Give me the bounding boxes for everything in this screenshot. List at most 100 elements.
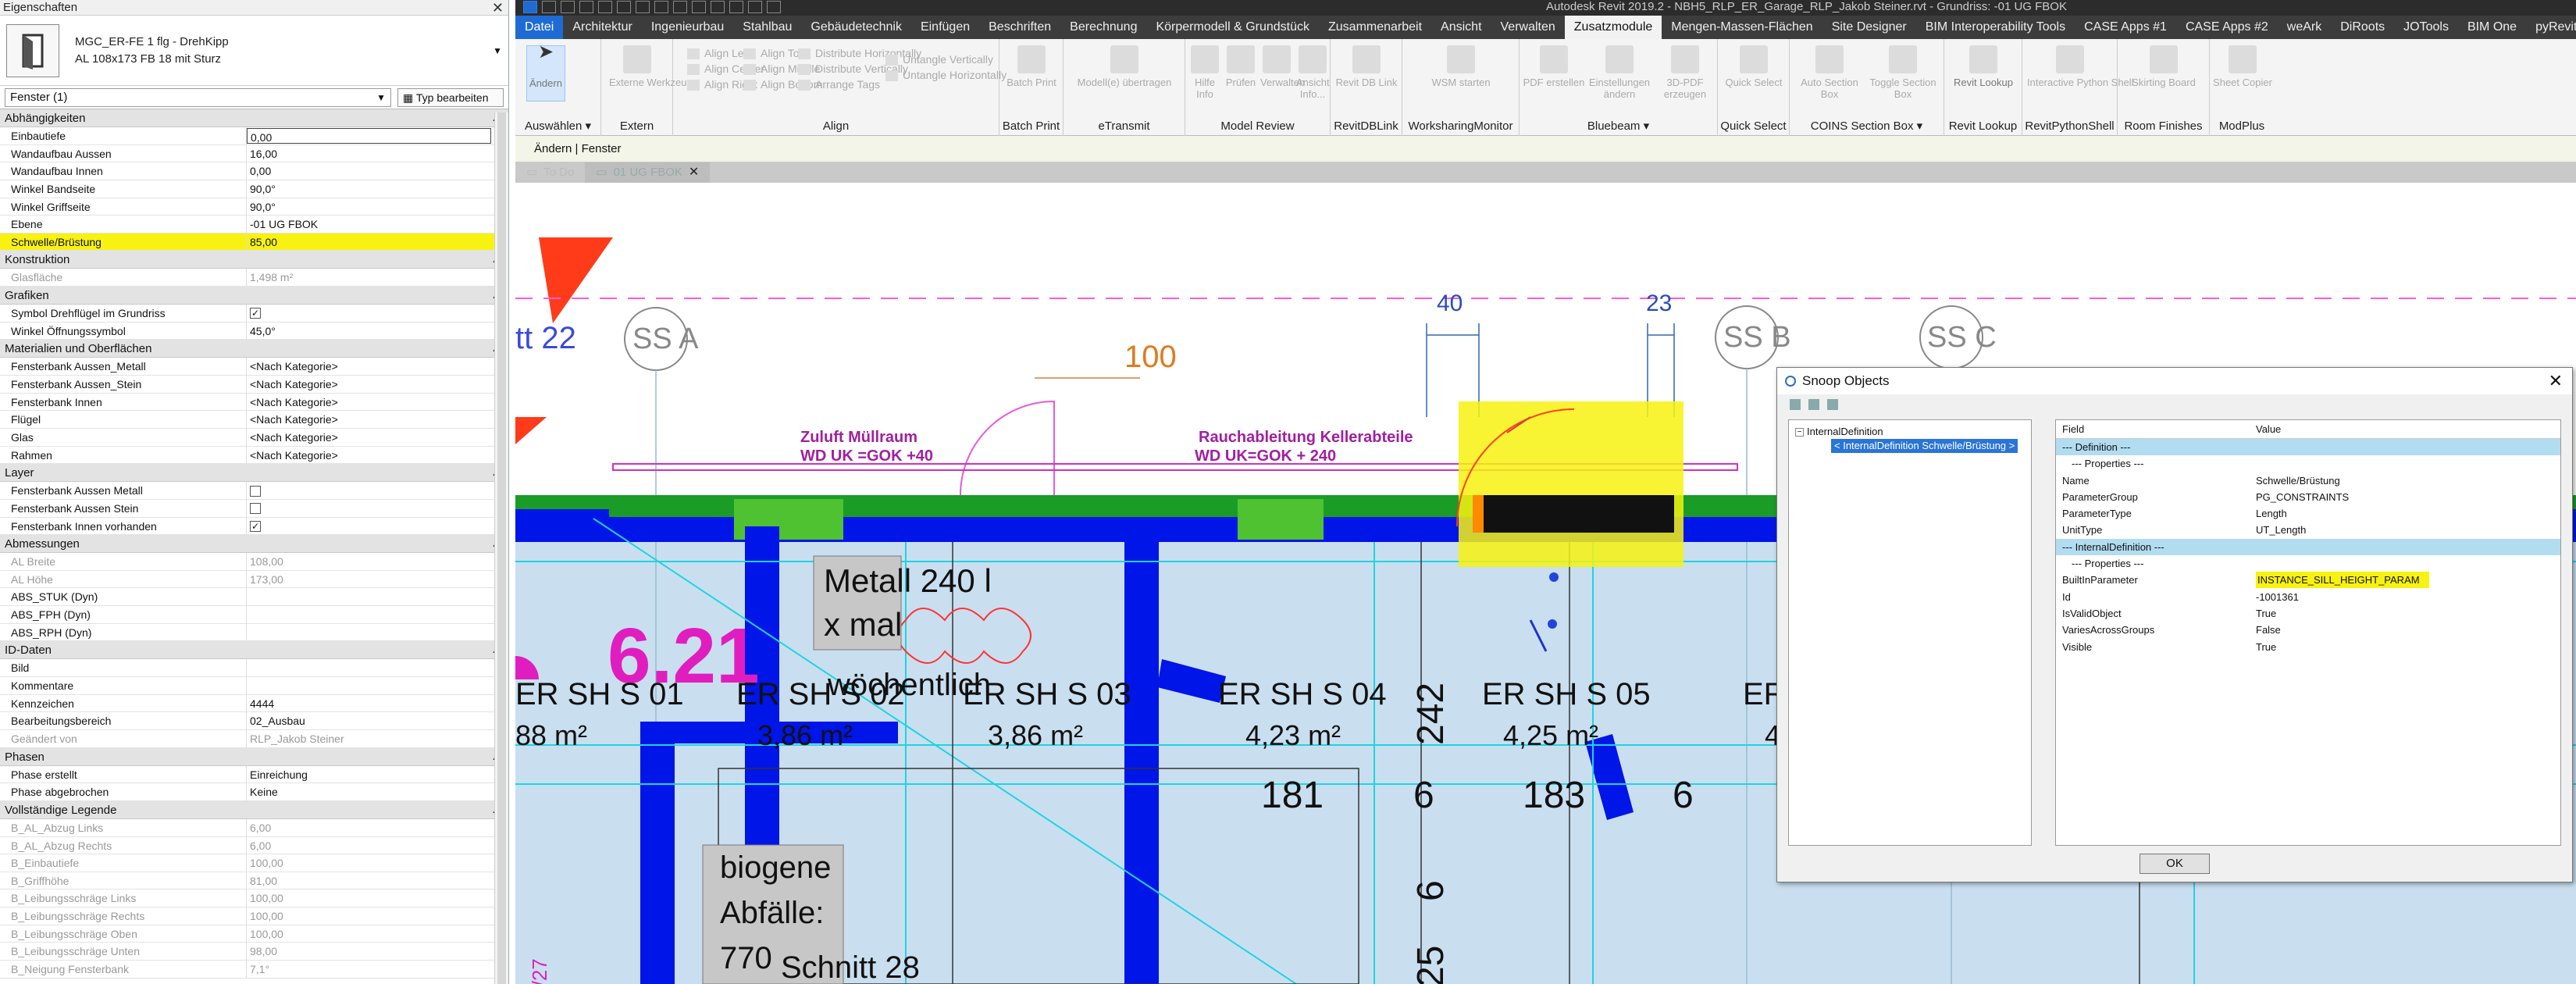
checkbox-unchecked[interactable]: [250, 485, 261, 497]
property-row[interactable]: Kennzeichen 4444: [0, 694, 508, 713]
print-icon[interactable]: [1790, 399, 1801, 410]
scrollbar-thumb[interactable]: [497, 112, 506, 984]
python-shell-button[interactable]: Interactive Python Shell: [2027, 45, 2134, 88]
property-row[interactable]: Geändert von RLP_Jakob Steiner: [0, 729, 508, 748]
property-row[interactable]: Glasfläche 1,498 m²: [0, 269, 508, 287]
property-value[interactable]: <Nach Kategorie>: [247, 376, 508, 393]
close-tab-icon[interactable]: ✕: [689, 162, 699, 183]
tab-beschriften[interactable]: Beschriften: [979, 16, 1060, 39]
property-row[interactable]: Ebene -01 UG FBOK: [0, 216, 508, 234]
tab-stahlbau[interactable]: Stahlbau: [733, 16, 801, 39]
property-row[interactable]: Schwelle/Brüstung 85,00: [0, 233, 508, 251]
tab-ansicht[interactable]: Ansicht: [1431, 16, 1491, 39]
property-value[interactable]: 16,00: [247, 145, 508, 162]
ok-button[interactable]: OK: [2140, 854, 2210, 874]
tab-k-rpermodell-grundst-ck[interactable]: Körpermodell & Grundstück: [1146, 16, 1319, 39]
property-value[interactable]: -01 UG FBOK: [247, 216, 508, 233]
bluebeam-btns-button[interactable]: Einstellungen ändern: [1588, 45, 1651, 100]
grid-row[interactable]: Id -1001361: [2056, 589, 2560, 605]
property-row[interactable]: B_Einbautiefe 100,00: [0, 854, 508, 872]
tab-zusatzmodule[interactable]: Zusatzmodule: [1564, 16, 1662, 39]
grid-row[interactable]: ParameterType Length: [2056, 505, 2560, 522]
undo-icon[interactable]: [598, 1, 612, 13]
text-icon[interactable]: [673, 1, 687, 13]
property-value[interactable]: Einreichung: [247, 766, 508, 783]
group-header[interactable]: Abhängigkeiten▲: [0, 109, 508, 127]
checkbox-checked[interactable]: ✓: [250, 308, 261, 319]
print-icon[interactable]: [636, 1, 650, 13]
property-row[interactable]: B_Griffhöhe 81,00: [0, 872, 508, 890]
field-value-grid[interactable]: Field Value --- Definition --- --- Proper…: [2055, 419, 2561, 846]
property-row[interactable]: Winkel Griffseite 90,0°: [0, 198, 508, 216]
property-value[interactable]: <Nach Kategorie>: [247, 429, 508, 446]
revit-db-link-button[interactable]: Revit DB Link: [1335, 45, 1398, 88]
object-tree[interactable]: − InternalDefinition < InternalDefinition…: [1788, 419, 2032, 846]
property-value[interactable]: 173,00: [247, 571, 508, 588]
tab-geb-udetechnik[interactable]: Gebäudetechnik: [801, 16, 911, 39]
property-value[interactable]: 100,00: [247, 925, 508, 943]
property-value[interactable]: 0,00: [247, 162, 508, 180]
external-tools-button[interactable]: Externe Werkzeuge: [609, 45, 698, 88]
3d-view-icon[interactable]: [692, 1, 706, 13]
tab-ingenieurbau[interactable]: Ingenieurbau: [642, 16, 733, 39]
property-row[interactable]: Wandaufbau Aussen 16,00: [0, 144, 508, 163]
property-row[interactable]: AL Breite 108,00: [0, 553, 508, 571]
revit-lookup-button[interactable]: Revit Lookup: [1949, 45, 2018, 88]
tab-site-designer[interactable]: Site Designer: [1822, 16, 1916, 39]
batch-print-button[interactable]: Batch Print: [1004, 45, 1059, 88]
modify-button[interactable]: ➤ Ändern: [526, 43, 565, 102]
property-value[interactable]: <Nach Kategorie>: [247, 447, 508, 464]
property-value[interactable]: 6,00: [247, 837, 508, 854]
property-row[interactable]: AL Höhe 173,00: [0, 570, 508, 589]
align-item[interactable]: Align Top: [743, 47, 805, 60]
tab-datei[interactable]: Datei: [515, 16, 564, 39]
tab-bim-one[interactable]: BIM One: [2458, 16, 2526, 39]
property-row[interactable]: Kommentare: [0, 677, 508, 695]
dialog-title-bar[interactable]: Snoop Objects ✕: [1777, 368, 2572, 394]
redo-icon[interactable]: [617, 1, 631, 13]
property-value[interactable]: 81,00: [247, 872, 508, 890]
tab-berechnung[interactable]: Berechnung: [1060, 16, 1146, 39]
property-value[interactable]: 02_Ausbau: [247, 712, 508, 729]
property-value[interactable]: 108,00: [247, 553, 508, 570]
align-item[interactable]: Arrange Tags: [798, 78, 880, 91]
edit-type-button[interactable]: ▦ Typ bearbeiten: [397, 87, 504, 107]
tab-pyrevit[interactable]: pyRevit: [2526, 16, 2576, 39]
property-value[interactable]: [247, 588, 508, 605]
save-icon[interactable]: [561, 1, 575, 13]
field-column-header[interactable]: Field: [2056, 420, 2254, 438]
copy-icon[interactable]: [1808, 399, 1819, 410]
sheet-copier-button[interactable]: Sheet Copier: [2213, 45, 2272, 88]
property-row[interactable]: Einbautiefe 0,00: [0, 127, 508, 145]
instance-filter-select[interactable]: Fenster (1) ▼: [5, 87, 391, 107]
bluebeam-btns-button[interactable]: 3D-PDF erzeugen: [1654, 45, 1716, 100]
property-value[interactable]: [247, 659, 508, 676]
property-row[interactable]: Bild: [0, 659, 508, 678]
tab-bim-interoperability-tools[interactable]: BIM Interoperability Tools: [1916, 16, 2075, 39]
tab-weark[interactable]: weArk: [2278, 16, 2331, 39]
property-value[interactable]: [247, 624, 508, 641]
tab-case-apps-1[interactable]: CASE Apps #1: [2075, 16, 2176, 39]
close-icon[interactable]: ✕: [492, 0, 504, 16]
property-value[interactable]: 7,1°: [247, 961, 508, 978]
property-value[interactable]: 90,0°: [247, 198, 508, 216]
select-dropdown[interactable]: Auswählen ▾: [515, 119, 600, 133]
group-header[interactable]: Vollständige Legende▲: [0, 800, 508, 819]
property-value[interactable]: 4444: [247, 695, 508, 712]
property-value[interactable]: 100,00: [247, 890, 508, 907]
etransmit-button[interactable]: Modell(e) übertragen: [1070, 45, 1179, 88]
tab-mengen-massen-fl-chen[interactable]: Mengen-Massen-Flächen: [1662, 16, 1822, 39]
properties-scrollbar[interactable]: [494, 112, 508, 984]
property-value[interactable]: [247, 606, 508, 623]
bluebeam-label[interactable]: Bluebeam ▾: [1520, 119, 1717, 133]
review-btns-button[interactable]: Hilfe Info: [1188, 45, 1221, 100]
property-value[interactable]: 0,00: [247, 128, 491, 144]
group-header[interactable]: Grafiken▲: [0, 287, 508, 305]
property-row[interactable]: ABS_FPH (Dyn): [0, 606, 508, 624]
grid-row[interactable]: IsValidObject True: [2056, 605, 2560, 622]
property-value[interactable]: 100,00: [247, 907, 508, 925]
close-views-icon[interactable]: [748, 1, 762, 13]
align-item[interactable]: Untangle Horizontally: [885, 69, 1007, 82]
skirting-board-button[interactable]: Skirting Board: [2125, 45, 2202, 88]
property-row[interactable]: Fensterbank Aussen_Stein <Nach Kategorie>: [0, 376, 508, 394]
